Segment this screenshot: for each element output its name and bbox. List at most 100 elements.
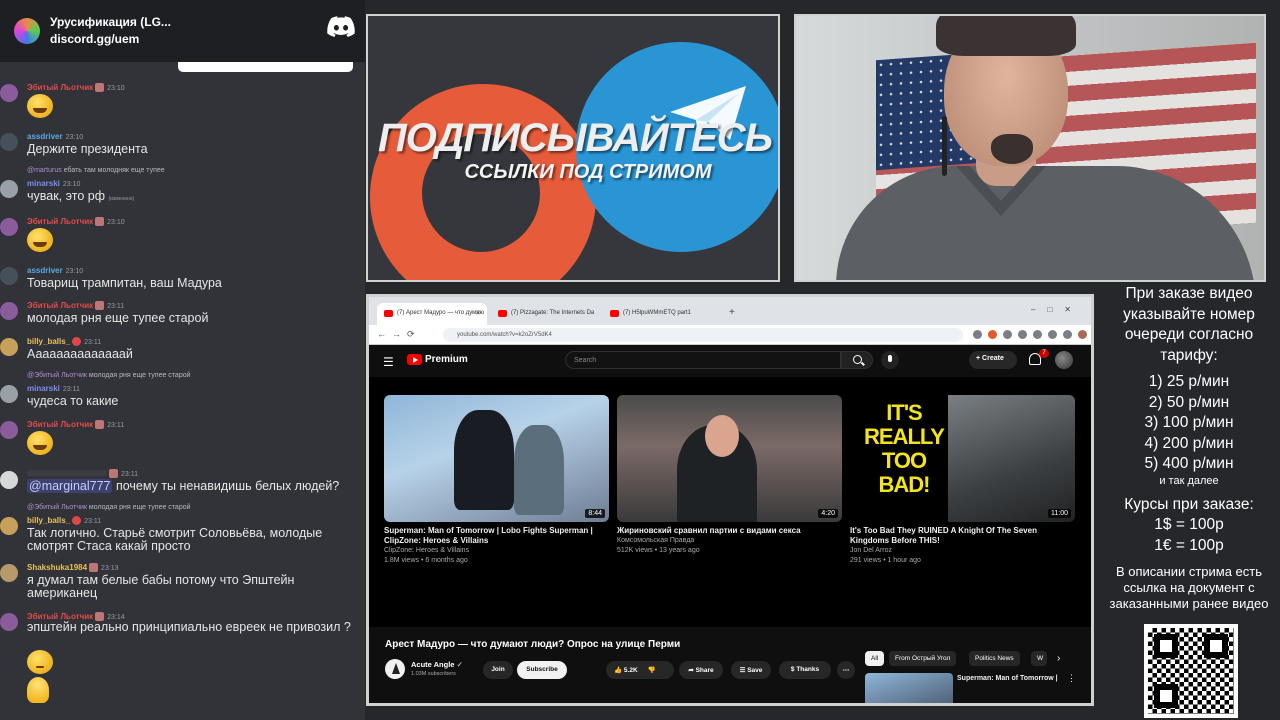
reply-username: @Эбитый Льотчик (27, 504, 87, 511)
username[interactable] (27, 470, 107, 476)
video-card[interactable]: 4:20 Жириновский сравнил партии с видами… (617, 395, 842, 556)
tab-label: (7) Pizzagate: The Internets Da (511, 310, 595, 316)
timestamp: 23:11 (84, 339, 102, 346)
avatar (0, 385, 18, 403)
share-button[interactable]: ➦ Share (679, 661, 723, 679)
create-label: Create (982, 355, 1004, 362)
save-button[interactable]: ☰ Save (731, 661, 771, 679)
avatar (0, 302, 18, 320)
username[interactable]: Эбитый Льотчик (27, 301, 93, 310)
video-channel[interactable]: Jon Del Arroz (850, 546, 1075, 556)
profile-icon[interactable] (1078, 330, 1087, 339)
extension-icon[interactable] (1063, 330, 1072, 339)
subscribe-promo-panel: ПОДПИСЫВАЙТЕСЬ ССЫЛКИ ПОД СТРИМОМ (366, 14, 780, 282)
like-count: 5.2K (623, 667, 638, 674)
join-button[interactable]: Join (483, 661, 513, 679)
username[interactable]: Эбитый Льотчик (27, 420, 93, 429)
reply-username: @marturus (27, 167, 62, 174)
new-tab-icon[interactable]: + (729, 307, 735, 318)
close-tab-icon[interactable]: ✕ (475, 309, 481, 317)
url-input[interactable]: youtube.com/watch?v=k2oZrV5dK4 (443, 328, 963, 342)
username[interactable]: Эбитый Льотчик (27, 83, 93, 92)
address-bar-row: ←→⟳ youtube.com/watch?v=k2oZrV5dK4 (369, 325, 1091, 345)
video-channel[interactable]: Комсомольская Правда (617, 536, 842, 546)
reply-preview[interactable]: @marturus ебать там молодняк еще тупее (27, 167, 165, 174)
extension-icon[interactable] (988, 330, 997, 339)
username[interactable]: assdriver (27, 266, 63, 275)
video-title[interactable]: It's Too Bad They RUINED A Knight Of The… (850, 526, 1075, 546)
video-thumbnail[interactable]: 8:44 (384, 395, 609, 522)
browser-capture: (7) Арест Мадуро — что думаю ✕ (7) Pizza… (366, 294, 1094, 706)
video-meta: 512K views • 13 years ago (617, 547, 700, 554)
chip-channel[interactable]: From Острый Угол (889, 651, 957, 666)
browser-tab[interactable]: (7) Pizzagate: The Internets Da (491, 303, 599, 325)
username[interactable]: minarski (27, 384, 60, 393)
video-meta: 1.8M views • 6 months ago (384, 557, 468, 564)
menu-icon[interactable]: ☰ (383, 355, 394, 369)
chip-all[interactable]: All (865, 651, 885, 666)
extension-icon[interactable] (1003, 330, 1012, 339)
video-thumbnail[interactable]: 4:20 (617, 395, 842, 522)
more-actions-icon[interactable]: ⋯ (837, 661, 855, 679)
extension-icon[interactable] (1033, 330, 1042, 339)
navigation-buttons[interactable]: ←→⟳ (377, 329, 421, 340)
subscribe-button[interactable]: Subscribe (517, 661, 567, 679)
video-channel[interactable]: ClipZone: Heroes & Villains (384, 546, 609, 556)
timestamp: 23:10 (107, 85, 125, 92)
create-button[interactable]: + Create (969, 351, 1017, 369)
search-icon[interactable] (841, 351, 873, 369)
tariff-2: 2) 50 р/мин (1148, 393, 1230, 411)
chip-politics-news[interactable]: Politics News (969, 651, 1020, 666)
role-badge-icon (95, 83, 105, 93)
extension-icon[interactable] (1048, 330, 1057, 339)
browser-tab[interactable]: (7) Н5lpuWMmETQ part1 (603, 303, 713, 325)
message-text: чудеса то какие (27, 394, 119, 408)
role-badge-icon (95, 217, 105, 227)
username[interactable]: assdriver (27, 132, 63, 141)
video-meta: 291 views • 1 hour ago (850, 557, 921, 564)
extension-icon[interactable] (1018, 330, 1027, 339)
video-title[interactable]: Superman: Man of Tomorrow | Lobo Fights … (384, 526, 609, 546)
channel-avatar[interactable] (385, 659, 405, 679)
avatar (0, 338, 18, 356)
channel-name[interactable]: Acute Angle ✓ (411, 660, 463, 669)
username[interactable]: billy_balls_ (27, 516, 70, 525)
microphone-icon[interactable] (881, 351, 899, 369)
overlay-widget-edge (178, 62, 353, 72)
recommended-thumbnail[interactable] (865, 673, 953, 703)
chip-more[interactable]: W (1031, 651, 1047, 666)
role-badge-icon (109, 469, 118, 479)
window-controls[interactable]: ‒□✕ (1031, 305, 1083, 314)
account-avatar[interactable] (1055, 351, 1073, 369)
server-icon[interactable] (14, 18, 40, 44)
user-mention[interactable]: @marginal777 (27, 479, 113, 493)
streamer-beard (991, 134, 1033, 164)
video-card[interactable]: IT'S REALLY TOO BAD! 11:00 It's Too Bad … (850, 395, 1075, 566)
youtube-logo[interactable]: Premium (407, 354, 468, 365)
invite-link[interactable]: discord.gg/uem (50, 31, 171, 48)
reply-preview[interactable]: @Эбитый Льотчик молодая рня еще тупее ст… (27, 372, 191, 379)
username[interactable]: billy_balls_ (27, 337, 70, 346)
video-grid: 8:44 Superman: Man of Tomorrow | Lobo Fi… (369, 377, 1091, 627)
username[interactable]: Shakshuka1984 (27, 563, 87, 572)
search-input[interactable]: Search (565, 351, 841, 369)
more-vert-icon[interactable]: ⋮ (1067, 673, 1076, 684)
browser-tab[interactable]: (7) Арест Мадуро — что думаю ✕ (377, 303, 487, 325)
tariff-4: 4) 200 р/мин (1144, 434, 1234, 452)
laughing-crying-emoji-icon (27, 94, 53, 118)
reply-preview[interactable]: @Эбитый Льотчик молодая рня еще тупее ст… (27, 504, 191, 511)
message-text: чувак, это рф (27, 189, 105, 203)
video-title[interactable]: Жириновский сравнил партии с видами секс… (617, 526, 842, 536)
promo-title: ПОДПИСЫВАЙТЕСЬ (377, 116, 773, 160)
like-dislike-button[interactable]: 👍 5.2K 👎 (606, 661, 674, 679)
thanks-button[interactable]: $ Thanks (779, 661, 831, 679)
username[interactable]: Эбитый Льотчик (27, 217, 93, 226)
extension-icon[interactable] (973, 330, 982, 339)
recommended-title[interactable]: Superman: Man of Tomorrow | (957, 675, 1058, 682)
chevron-right-icon[interactable]: › (1057, 653, 1060, 664)
username[interactable]: minarski (27, 179, 60, 188)
watch-info: Арест Мадуро — что думают люди? Опрос на… (369, 627, 1091, 703)
video-thumbnail[interactable]: IT'S REALLY TOO BAD! 11:00 (850, 395, 1075, 522)
video-card[interactable]: 8:44 Superman: Man of Tomorrow | Lobo Fi… (384, 395, 609, 566)
notification-count-badge: 7 (1039, 349, 1049, 358)
